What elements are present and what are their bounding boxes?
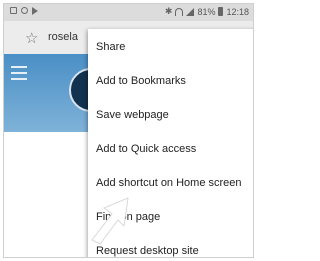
- play-icon: [32, 7, 38, 15]
- clock: 12:18: [226, 6, 249, 17]
- wifi-icon: [175, 7, 184, 16]
- menu-item-save-webpage[interactable]: Save webpage: [88, 101, 253, 129]
- pointer-arrow-icon: [91, 197, 129, 245]
- photo-icon: [10, 7, 17, 14]
- battery-percent: 81%: [197, 6, 216, 17]
- star-icon[interactable]: ☆: [25, 29, 38, 47]
- signal-icon: [186, 7, 195, 16]
- hamburger-icon[interactable]: [11, 66, 27, 84]
- menu-item-add-shortcut-home-screen[interactable]: Add shortcut on Home screen: [88, 169, 253, 197]
- menu-item-add-to-bookmarks[interactable]: Add to Bookmarks: [88, 67, 253, 95]
- bluetooth-icon: ✱: [164, 6, 173, 16]
- menu-item-add-to-quick-access[interactable]: Add to Quick access: [88, 135, 253, 163]
- notification-icons: [10, 7, 38, 15]
- circle-icon: [21, 7, 28, 14]
- phone-screen: ✱ 81% 12:18 ☆ rosela Share Add to Bookma…: [3, 3, 254, 258]
- url-text[interactable]: rosela: [48, 31, 78, 43]
- system-icons: ✱ 81% 12:18: [165, 6, 249, 17]
- battery-icon: [218, 7, 224, 16]
- status-bar: ✱ 81% 12:18: [4, 4, 253, 21]
- menu-item-share[interactable]: Share: [88, 33, 253, 61]
